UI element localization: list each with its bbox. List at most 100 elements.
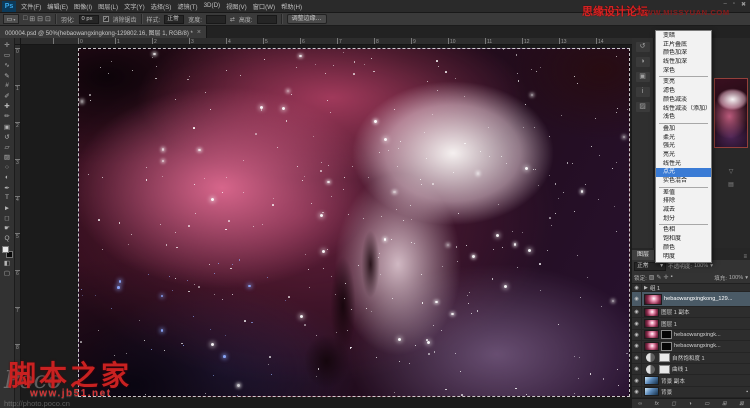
menu-item-窗口(W)[interactable]: 窗口(W): [253, 2, 275, 11]
layer-row[interactable]: ◉ 图层 1: [632, 318, 750, 330]
layer-row[interactable]: ◉ ▶ 组 1: [632, 284, 750, 292]
swatches-panel-icon[interactable]: ▤: [728, 181, 734, 188]
clone-stamp-tool[interactable]: ▣: [1, 122, 14, 132]
menu-item-编辑(E)[interactable]: 编辑(E): [47, 2, 68, 11]
layer-row[interactable]: ◉ hebaowangxingk...: [632, 329, 750, 342]
blend-option-排除[interactable]: 排除: [656, 197, 711, 206]
layer-row[interactable]: ◉ 图层 1 副本: [632, 307, 750, 319]
blend-option-划分[interactable]: 划分: [656, 215, 711, 224]
layer-row[interactable]: ◉ 曲线 1: [632, 363, 750, 376]
tab-图层[interactable]: 图层: [632, 250, 656, 260]
menu-item-文件(F)[interactable]: 文件(F): [21, 2, 41, 11]
menu-item-滤镜(T)[interactable]: 滤镜(T): [177, 2, 197, 11]
blend-option-颜色加深[interactable]: 颜色加深: [656, 49, 711, 58]
menu-item-3D(D)[interactable]: 3D(D): [204, 2, 221, 11]
shape-tool[interactable]: ◻: [1, 213, 14, 223]
navigator-thumbnail[interactable]: [714, 78, 748, 148]
blend-option-差值[interactable]: 差值: [656, 189, 711, 198]
layer-row[interactable]: ◉ 背景 副本: [632, 375, 750, 387]
eye-icon[interactable]: ◉: [632, 375, 642, 386]
blend-option-叠加[interactable]: 叠加: [656, 125, 711, 134]
move-tool[interactable]: ✛: [1, 40, 14, 50]
delete-layer-icon[interactable]: ⊠: [739, 401, 744, 407]
new-selection-icon[interactable]: □: [23, 15, 27, 23]
layer-group-icon[interactable]: ▭: [704, 401, 709, 407]
brush-tool[interactable]: ✏: [1, 111, 14, 121]
menu-item-图层(L)[interactable]: 图层(L): [98, 2, 118, 11]
refine-edge-button[interactable]: 调整边缘…: [286, 14, 327, 24]
eye-icon[interactable]: ◉: [632, 329, 642, 341]
feather-input[interactable]: 0 px: [78, 14, 99, 24]
quick-select-tool[interactable]: ✎: [1, 71, 14, 81]
link-layers-icon[interactable]: ∞: [638, 401, 642, 407]
blend-option-滤色[interactable]: 滤色: [656, 87, 711, 96]
marquee-tool[interactable]: ▭: [1, 50, 14, 60]
menu-item-视图(V)[interactable]: 视图(V): [226, 2, 247, 11]
history-panel-icon[interactable]: ↺: [635, 42, 650, 52]
expand-arrow-icon[interactable]: ▶: [644, 285, 648, 291]
eye-icon[interactable]: ◉: [632, 307, 642, 318]
height-input[interactable]: [256, 14, 277, 24]
pen-tool[interactable]: ✒: [1, 183, 14, 193]
info-panel-icon[interactable]: i: [635, 87, 650, 97]
blend-option-颜色[interactable]: 颜色: [656, 244, 711, 253]
adjustments-panel-icon[interactable]: ◑: [635, 57, 650, 67]
width-input[interactable]: [205, 14, 226, 24]
eraser-tool[interactable]: ▱: [1, 142, 14, 152]
menu-item-选择(S)[interactable]: 选择(S): [151, 2, 172, 11]
screen-mode-icon[interactable]: ▢: [1, 268, 14, 278]
hand-tool[interactable]: ☛: [1, 223, 14, 233]
layer-row[interactable]: ◉ 自然饱和度 1: [632, 352, 750, 364]
add-selection-icon[interactable]: ⊞: [29, 15, 35, 23]
eye-icon[interactable]: ◉: [632, 341, 642, 352]
opacity-value[interactable]: 100%: [694, 263, 708, 269]
eye-icon[interactable]: ◉: [632, 318, 642, 329]
fill-value[interactable]: 100%: [729, 275, 743, 281]
blend-option-深色[interactable]: 深色: [656, 67, 711, 76]
blend-option-饱和度[interactable]: 饱和度: [656, 235, 711, 244]
eyedropper-tool[interactable]: ✐: [1, 91, 14, 101]
lock-pixels-icon[interactable]: ✎: [656, 274, 661, 281]
document-tab[interactable]: 000004.psd @ 50%(hebaowangxingkong-12980…: [0, 26, 207, 38]
eye-icon[interactable]: ◉: [632, 363, 642, 375]
blend-option-线性光[interactable]: 线性光: [656, 160, 711, 169]
blur-tool[interactable]: ○: [1, 162, 14, 172]
document-image[interactable]: [78, 48, 630, 397]
new-layer-icon[interactable]: ⊞: [722, 401, 727, 407]
blend-option-亮光[interactable]: 亮光: [656, 151, 711, 160]
history-brush-tool[interactable]: ↺: [1, 132, 14, 142]
blend-option-变亮[interactable]: 变亮: [656, 78, 711, 87]
type-tool[interactable]: T: [1, 193, 14, 203]
blend-option-颜色减淡[interactable]: 颜色减淡: [656, 96, 711, 105]
eye-icon[interactable]: ◉: [632, 386, 642, 398]
blend-option-点光[interactable]: 点光: [656, 168, 711, 177]
blend-option-变暗[interactable]: 变暗: [656, 32, 711, 41]
blend-option-强光[interactable]: 强光: [656, 142, 711, 151]
menu-item-文字(Y)[interactable]: 文字(Y): [124, 2, 145, 11]
crop-tool[interactable]: #: [1, 81, 14, 91]
tab-close-icon[interactable]: ×: [197, 29, 201, 36]
swap-dimensions-icon[interactable]: ⇄: [230, 16, 235, 23]
blend-option-色相[interactable]: 色相: [656, 226, 711, 235]
layer-row[interactable]: ◉ hebaowangxingkong_129...: [632, 292, 750, 307]
blend-option-浅色[interactable]: 浅色: [656, 113, 711, 122]
healing-brush-tool[interactable]: ✚: [1, 101, 14, 111]
style-select[interactable]: 正常: [164, 14, 185, 24]
gradient-tool[interactable]: ▨: [1, 152, 14, 162]
add-mask-icon[interactable]: ◻: [671, 401, 676, 407]
intersect-selection-icon[interactable]: ⊡: [45, 15, 51, 23]
lock-transparent-icon[interactable]: ▨: [649, 274, 655, 281]
foreground-color-swatch[interactable]: [1, 245, 9, 253]
zoom-tool[interactable]: Q: [1, 234, 14, 244]
color-panel-icon[interactable]: ▨: [635, 102, 650, 112]
adjustment-layer-icon[interactable]: ◑: [688, 401, 691, 407]
path-select-tool[interactable]: ►: [1, 203, 14, 213]
menu-item-图像(I)[interactable]: 图像(I): [74, 2, 92, 11]
lasso-tool[interactable]: ∿: [1, 60, 14, 70]
eye-icon[interactable]: ◉: [632, 292, 642, 306]
collapse-panel-icon[interactable]: ▽: [729, 168, 734, 175]
blend-option-实色混合[interactable]: 实色混合: [656, 177, 711, 186]
layer-row[interactable]: ◉ 背景 ▪: [632, 386, 750, 398]
dodge-tool[interactable]: ◐: [1, 172, 14, 182]
lock-position-icon[interactable]: ✛: [663, 274, 668, 281]
